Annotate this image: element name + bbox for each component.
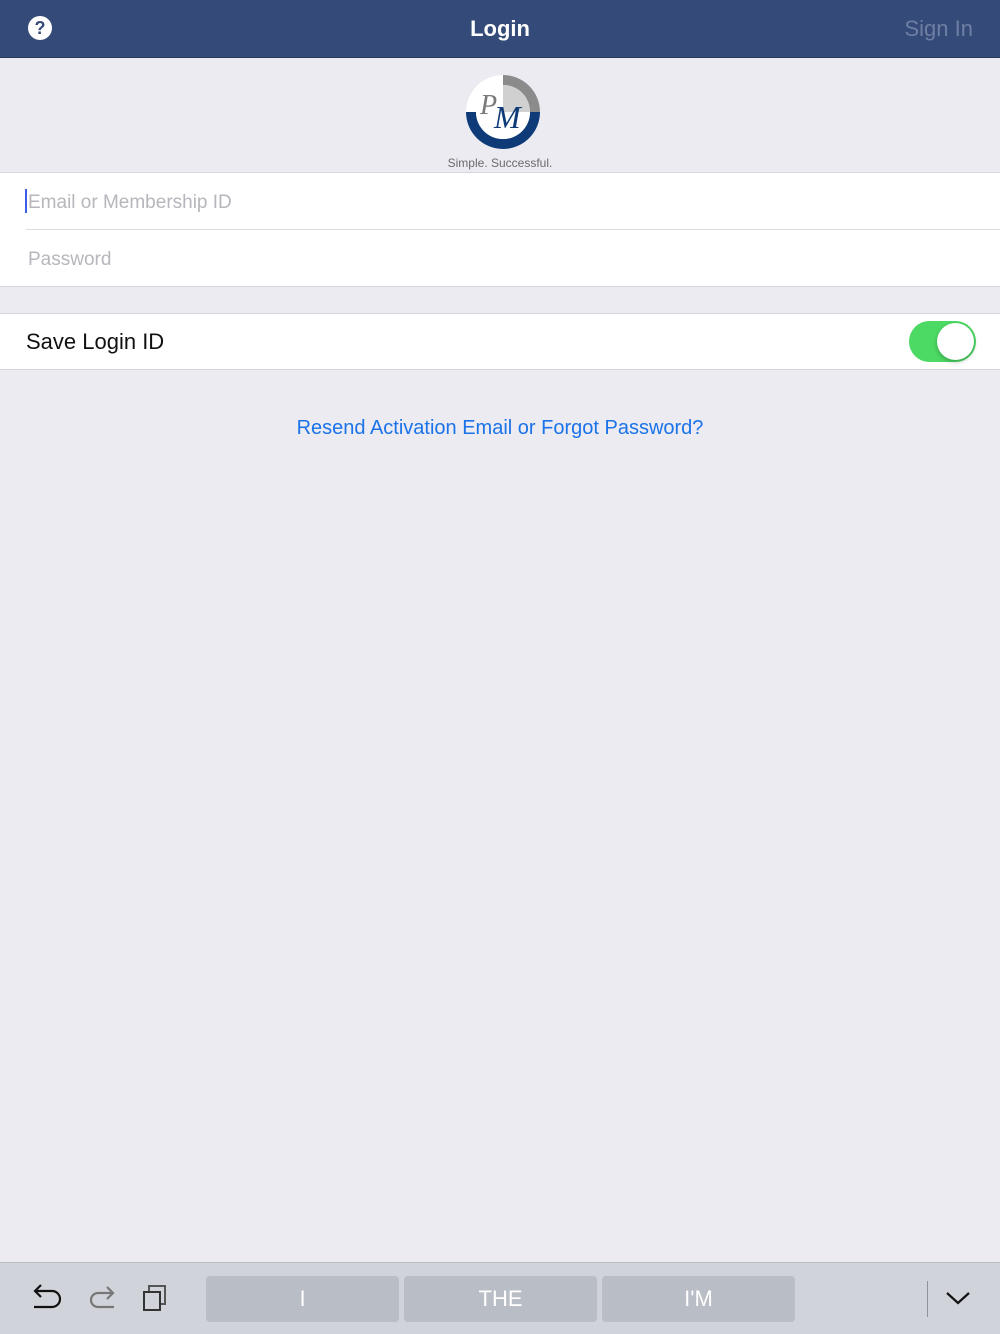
save-login-label: Save Login ID <box>26 329 165 354</box>
page-title: Login <box>470 16 530 41</box>
navigation-bar: ? Login Sign In <box>0 0 1000 58</box>
keyboard-separator <box>927 1281 928 1317</box>
redo-icon[interactable] <box>86 1283 118 1313</box>
save-login-toggle[interactable] <box>909 321 976 362</box>
suggestion-1[interactable]: I <box>206 1276 399 1322</box>
password-field[interactable] <box>26 244 970 276</box>
keyboard-shortcut-bar: I THE I'M <box>0 1262 1000 1334</box>
save-login-row: Save Login ID <box>0 313 1000 370</box>
chevron-down-icon[interactable] <box>944 1289 972 1307</box>
suggestion-3[interactable]: I'M <box>602 1276 795 1322</box>
login-fields <box>0 172 1000 287</box>
text-cursor <box>25 189 27 213</box>
password-row <box>0 230 1000 287</box>
forgot-password-link[interactable]: Resend Activation Email or Forgot Passwo… <box>0 417 1000 440</box>
toggle-knob <box>937 323 974 360</box>
logo-letter-m: M <box>493 99 523 135</box>
logo-area: P M Simple. Successful. <box>0 58 1000 172</box>
email-field[interactable] <box>26 187 970 219</box>
sign-in-button[interactable]: Sign In <box>905 16 974 42</box>
undo-icon[interactable] <box>30 1283 62 1313</box>
company-logo: P M <box>466 75 540 149</box>
email-row <box>0 173 1000 230</box>
logo-tagline: Simple. Successful. <box>447 156 553 170</box>
paste-icon[interactable] <box>140 1283 170 1313</box>
suggestion-2[interactable]: THE <box>404 1276 597 1322</box>
